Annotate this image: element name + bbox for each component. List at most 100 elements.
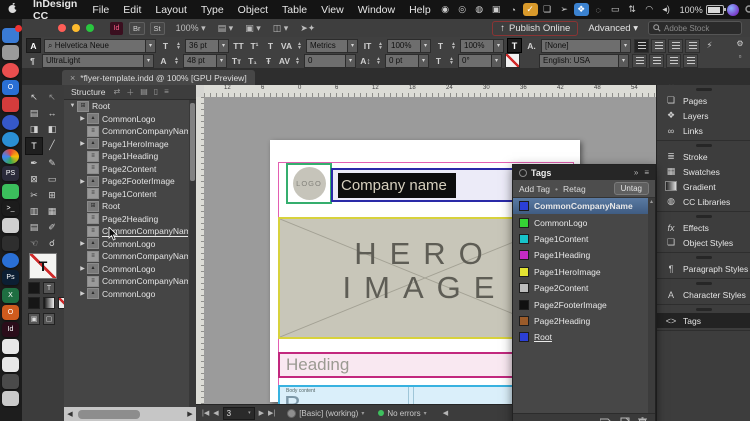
new-tag-icon[interactable] xyxy=(620,417,630,421)
structure-item-page2heading[interactable]: ≡Page2Heading xyxy=(64,213,188,226)
dock-app-gray[interactable] xyxy=(2,45,19,60)
untag-button[interactable]: Untag xyxy=(614,182,649,195)
expander-icon[interactable]: ▼ xyxy=(68,103,77,109)
menu-help[interactable]: Help xyxy=(402,4,438,16)
dock-item-paragraph-styles[interactable]: ¶Paragraph Styles xyxy=(657,261,750,276)
page-number-dropdown[interactable]: 3 ▾ xyxy=(223,407,255,420)
dock-app-phpstorm[interactable]: PS xyxy=(2,166,19,181)
panel-corner-controls[interactable]: ⚙▫ xyxy=(732,39,748,66)
dock-app-mail[interactable] xyxy=(2,28,19,43)
horizontal-scale-stepper[interactable]: ▲▼ xyxy=(450,40,457,52)
paragraph-formatting-icon[interactable]: ¶ xyxy=(26,54,39,67)
dock-app-edge[interactable] xyxy=(2,132,19,147)
spotlight-icon[interactable] xyxy=(743,3,750,16)
tag-item-page1content[interactable]: Page1Content xyxy=(513,231,648,247)
updown-icon[interactable]: ⇅ xyxy=(625,3,640,16)
leading-stepper[interactable]: ▲▼ xyxy=(173,55,180,67)
dock-item-links[interactable]: ∞Links xyxy=(657,123,750,138)
expander-icon[interactable]: ▶ xyxy=(78,290,87,297)
dock-app-outlook[interactable]: O xyxy=(2,80,19,95)
panel-menu-icon[interactable]: ≡ xyxy=(644,168,649,177)
panel-grip[interactable] xyxy=(696,215,712,218)
zoom-window-button[interactable] xyxy=(86,24,94,32)
apply-color-button[interactable] xyxy=(28,297,40,309)
collapse-panel-icon[interactable]: » xyxy=(634,168,638,177)
font-size-stepper[interactable]: ▲▼ xyxy=(175,40,182,52)
structure-item-page1heading[interactable]: ≡Page1Heading xyxy=(64,150,188,163)
app-status-icon-3[interactable]: ◍ xyxy=(472,3,487,16)
dock-app-chrome[interactable] xyxy=(2,149,19,164)
superscript-icon[interactable]: T¹ xyxy=(248,39,261,52)
tag-item-commonlogo[interactable]: CommonLogo xyxy=(513,214,648,230)
scroll-right-icon[interactable]: ▶ xyxy=(184,410,196,418)
dock-doc-2[interactable] xyxy=(2,357,19,372)
align-group-bottom-3[interactable] xyxy=(666,54,681,68)
menu-app-name[interactable]: InDesign CC xyxy=(25,0,85,22)
align-group-bottom-1[interactable] xyxy=(632,54,647,68)
strikethrough-icon[interactable]: Ŧ xyxy=(262,54,275,67)
horizontal-scale-icon[interactable]: T xyxy=(434,39,447,52)
leading-select[interactable]: 48 pt▾ xyxy=(183,54,227,68)
expander-icon[interactable]: ▶ xyxy=(78,178,87,185)
scroll-thumb[interactable] xyxy=(78,410,140,419)
dock-item-layers[interactable]: ❖Layers xyxy=(657,108,750,123)
menu-view[interactable]: View xyxy=(314,4,351,16)
page-tool[interactable]: ▤ xyxy=(25,105,43,121)
formatting-affects-container-button[interactable] xyxy=(28,282,40,294)
dock-item-effects[interactable]: fxEffects xyxy=(657,220,750,235)
clipboard-icon[interactable]: ❏ xyxy=(540,3,555,16)
preflight-status[interactable]: No errors ▾ xyxy=(378,409,426,418)
free-transform-tool[interactable]: ⊞ xyxy=(43,187,61,203)
frame-tool[interactable]: ⊠ xyxy=(25,171,43,187)
volume-icon[interactable]: ◂) xyxy=(659,3,674,16)
structure-item-root[interactable]: ▼⊞Root xyxy=(64,100,188,113)
titlebar-st-button[interactable]: St xyxy=(150,22,165,35)
pen-tool[interactable]: ✒ xyxy=(25,155,43,171)
font-size-select[interactable]: 36 pt▾ xyxy=(185,39,229,53)
stock-search-input[interactable]: Adobe Stock xyxy=(648,21,742,35)
dock-item-tags[interactable]: <>Tags xyxy=(657,313,750,328)
wifi-icon[interactable]: ◠ xyxy=(642,3,657,16)
panel-grip[interactable] xyxy=(696,282,712,285)
vertical-scale-icon[interactable]: IT xyxy=(361,39,374,52)
skew-icon[interactable]: T xyxy=(432,54,445,67)
screen-record-icon[interactable]: ▣ xyxy=(489,3,504,16)
all-caps-icon[interactable]: TT xyxy=(232,39,245,52)
align-group-bottom[interactable] xyxy=(632,54,698,68)
type-tool[interactable]: T xyxy=(25,137,43,155)
language-icon[interactable] xyxy=(523,54,536,67)
note-tool[interactable]: ▤ xyxy=(25,219,43,235)
line-tool[interactable]: ╱ xyxy=(43,137,61,153)
panel-grip[interactable] xyxy=(696,88,712,91)
content-collector-tool[interactable]: ◨ xyxy=(25,121,43,137)
battery-indicator[interactable]: 100% xyxy=(680,5,724,15)
dock-app-music[interactable] xyxy=(2,63,19,78)
paste-icon[interactable]: ➢ xyxy=(557,3,572,16)
add-tag-option[interactable]: Add Tag xyxy=(519,184,550,194)
dock-app-green[interactable] xyxy=(2,184,19,199)
zoom-tool[interactable]: ☌ xyxy=(43,235,61,251)
logo-frame[interactable]: LOGO xyxy=(286,163,332,204)
app-status-icon-2[interactable]: ◎ xyxy=(455,3,470,16)
structure-item-page1content[interactable]: ≡Page1Content xyxy=(64,188,188,201)
baseline-select[interactable]: 0 pt▾ xyxy=(385,54,429,68)
display-icon[interactable]: ▭ xyxy=(608,3,623,16)
align-group-top-1[interactable] xyxy=(634,39,649,53)
character-formatting-icon[interactable]: A xyxy=(26,38,41,53)
preflight-menu[interactable]: [Basic] (working) ▾ xyxy=(287,409,364,418)
structure-item-commoncompanyname[interactable]: ≡CommonCompanyName xyxy=(64,275,188,288)
structure-item-commoncompanyname[interactable]: ≡CommonCompanyName xyxy=(64,125,188,138)
panel-grip[interactable] xyxy=(696,308,712,311)
structure-item-commonlogo[interactable]: ▶▴CommonLogo xyxy=(64,263,188,276)
apple-menu[interactable] xyxy=(0,2,25,17)
gradient-swatch-tool[interactable]: ▥ xyxy=(25,203,43,219)
font-family-select[interactable]: ⌕ Helvetica Neue▾ xyxy=(44,39,156,53)
snippet-icon[interactable]: ▤ xyxy=(140,87,148,98)
dock-app-terminal[interactable]: >_ xyxy=(2,201,19,216)
baseline-shift-icon[interactable]: A↕ xyxy=(359,54,372,67)
structure-item-page2footerimage[interactable]: ▶▴Page2FooterImage xyxy=(64,175,188,188)
structure-item-commonlogo[interactable]: ▶▴CommonLogo xyxy=(64,113,188,126)
tracking-select[interactable]: 0▾ xyxy=(304,54,356,68)
structure-menu-icon[interactable]: ≡ xyxy=(164,87,169,98)
dock-item-object-styles[interactable]: ❑Object Styles xyxy=(657,235,750,250)
